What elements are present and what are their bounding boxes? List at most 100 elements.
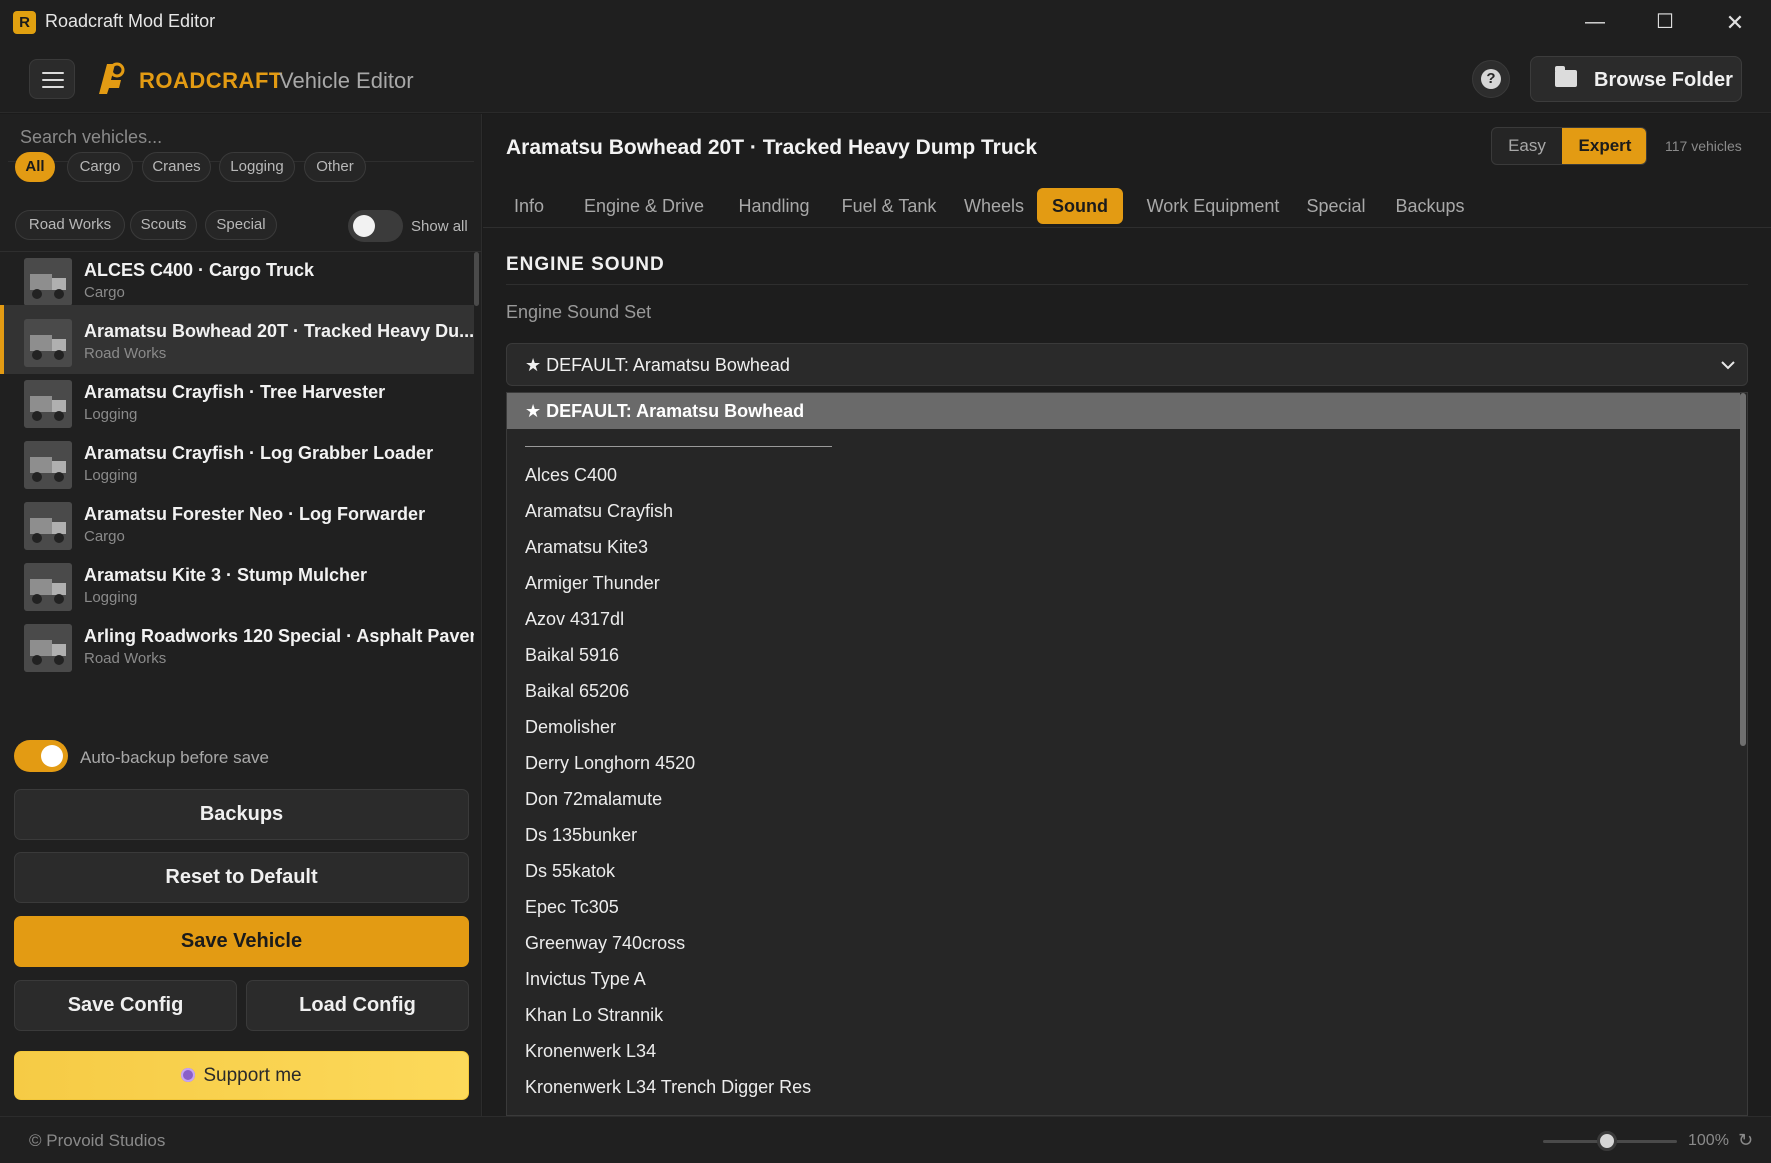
help-button[interactable]: ?	[1472, 60, 1510, 98]
editor-main: Aramatsu Bowhead 20T · Tracked Heavy Dum…	[483, 114, 1771, 1116]
menu-icon-bar	[42, 79, 64, 81]
auto-backup-label: Auto-backup before save	[80, 748, 270, 767]
mode-toggle: Easy Expert	[1491, 127, 1647, 165]
dropdown-option[interactable]: Aramatsu Kite3	[525, 537, 648, 558]
tab-info[interactable]: Info	[501, 188, 557, 224]
filter-chip-logging[interactable]: Logging	[219, 152, 295, 182]
dropdown-separator	[525, 446, 832, 447]
vehicle-category: Logging	[84, 406, 138, 423]
vehicle-name: Aramatsu Bowhead 20T · Tracked Heavy Du.…	[84, 321, 474, 341]
brand-subtitle: Vehicle Editor	[279, 68, 414, 93]
vehicle-name: ALCES C400 · Cargo Truck	[84, 260, 315, 280]
dropdown-option[interactable]: Aramatsu Crayfish	[525, 501, 673, 522]
support-label: Support me	[203, 1065, 302, 1086]
mode-expert-button[interactable]: Expert	[1562, 128, 1646, 164]
vehicle-list-scrollbar[interactable]	[474, 252, 479, 306]
tab-wheels[interactable]: Wheels	[957, 188, 1031, 224]
vehicle-thumbnail	[24, 319, 72, 367]
tab-backups[interactable]: Backups	[1387, 188, 1473, 224]
save-config-button[interactable]: Save Config	[14, 980, 237, 1031]
reset-to-default-button[interactable]: Reset to Default	[14, 852, 469, 903]
vehicle-list-item[interactable]: Aramatsu Forester Neo · Log Forwarder Car…	[0, 488, 474, 557]
dropdown-option[interactable]: Ds 135bunker	[525, 825, 637, 846]
minimize-button[interactable]: —	[1560, 0, 1630, 45]
app-icon: R	[13, 11, 36, 34]
close-button[interactable]: ✕	[1700, 0, 1770, 45]
toggle-knob	[41, 745, 63, 767]
dropdown-option-highlighted[interactable]: ★ DEFAULT: Aramatsu Bowhead	[507, 393, 1740, 429]
show-all-toggle[interactable]	[348, 210, 403, 242]
vehicle-thumbnail	[24, 258, 72, 306]
dropdown-option[interactable]: Derry Longhorn 4520	[525, 753, 695, 774]
vehicle-thumbnail	[24, 624, 72, 672]
tab-sound[interactable]: Sound	[1037, 188, 1123, 224]
tab-work-equipment[interactable]: Work Equipment	[1139, 188, 1287, 224]
engine-sound-set-select[interactable]: ★ DEFAULT: Aramatsu Bowhead	[506, 343, 1748, 386]
vehicle-list-item[interactable]: Aramatsu Kite 3 · Stump Mulcher Logging	[0, 549, 474, 618]
filter-chip-cranes[interactable]: Cranes	[142, 152, 211, 182]
dropdown-option[interactable]: Kronenwerk L34	[525, 1041, 656, 1062]
zoom-slider-thumb[interactable]	[1597, 1131, 1617, 1151]
vehicle-count: 117 vehicles	[1665, 138, 1742, 154]
save-vehicle-button[interactable]: Save Vehicle	[14, 916, 469, 967]
dropdown-option[interactable]: Ds 55katok	[525, 861, 615, 882]
zoom-value: 100%	[1688, 1132, 1729, 1149]
app-header: ROADCRAFT Vehicle Editor ? Browse Folder	[0, 45, 1771, 113]
dropdown-option[interactable]: Baikal 5916	[525, 645, 619, 666]
vehicle-list-item[interactable]: Aramatsu Bowhead 20T · Tracked Heavy Du.…	[0, 305, 474, 374]
vehicle-thumbnail	[24, 380, 72, 428]
status-bar: © Provoid Studios 100% ↻	[0, 1116, 1771, 1163]
vehicle-name: Arling Roadworks 120 Special · Asphalt P…	[84, 626, 474, 646]
vehicle-list-item[interactable]: Arling Roadworks 120 Special · Asphalt P…	[0, 610, 474, 679]
maximize-button[interactable]: ☐	[1630, 0, 1700, 45]
tab-bar: Info Engine & Drive Handling Fuel & Tank…	[483, 182, 1771, 228]
browse-folder-button[interactable]: Browse Folder	[1530, 56, 1742, 102]
hamburger-menu-button[interactable]	[29, 59, 75, 99]
dropdown-option[interactable]: Greenway 740cross	[525, 933, 685, 954]
sidebar: All Cargo Cranes Logging Other Road Work…	[0, 114, 482, 1116]
vehicle-category: Cargo	[84, 528, 125, 545]
sound-set-dropdown-list: ★ DEFAULT: Aramatsu Bowhead Alces C400 Ar…	[506, 392, 1748, 1116]
vehicle-thumbnail	[24, 502, 72, 550]
vehicle-list-item[interactable]: ALCES C400 · Cargo Truck Cargo	[0, 252, 474, 313]
browse-folder-label: Browse Folder	[1594, 69, 1733, 91]
vehicle-list-item[interactable]: Aramatsu Crayfish · Log Grabber Loader Lo…	[0, 427, 474, 496]
dropdown-option[interactable]: Alces C400	[525, 465, 617, 486]
vehicle-name: Aramatsu Crayfish · Log Grabber Loader	[84, 443, 434, 463]
vehicle-thumbnail	[24, 441, 72, 489]
vehicle-list-item[interactable]: Aramatsu Crayfish · Tree Harvester Loggin…	[0, 366, 474, 435]
filter-chip-other[interactable]: Other	[304, 152, 366, 182]
reset-zoom-icon[interactable]: ↻	[1738, 1130, 1753, 1151]
tab-handling[interactable]: Handling	[727, 188, 821, 224]
dropdown-option[interactable]: Armiger Thunder	[525, 573, 660, 594]
tab-special[interactable]: Special	[1301, 188, 1371, 224]
dropdown-option[interactable]: Kronenwerk L34 Trench Digger Res	[525, 1077, 811, 1098]
dropdown-scrollbar[interactable]	[1740, 393, 1746, 746]
dropdown-option[interactable]: Baikal 65206	[525, 681, 629, 702]
tab-engine-drive[interactable]: Engine & Drive	[579, 188, 709, 224]
vehicle-name: Aramatsu Crayfish · Tree Harvester	[84, 382, 386, 402]
filter-chip-road-works[interactable]: Road Works	[15, 210, 125, 240]
dropdown-option[interactable]: Invictus Type A	[525, 969, 646, 990]
chevron-down-icon	[1721, 361, 1735, 370]
vehicle-thumbnail	[24, 563, 72, 611]
dropdown-option[interactable]: Don 72malamute	[525, 789, 662, 810]
show-all-label: Show all	[411, 218, 468, 235]
support-me-button[interactable]: Support me	[14, 1051, 469, 1100]
tab-fuel-tank[interactable]: Fuel & Tank	[837, 188, 941, 224]
filter-chip-all[interactable]: All	[15, 152, 55, 182]
filter-chip-scouts[interactable]: Scouts	[130, 210, 197, 240]
section-heading: ENGINE SOUND	[506, 254, 665, 275]
dropdown-option[interactable]: Epec Tc305	[525, 897, 619, 918]
filter-chip-special[interactable]: Special	[205, 210, 277, 240]
auto-backup-toggle[interactable]	[14, 740, 68, 772]
dropdown-option[interactable]: Demolisher	[525, 717, 616, 738]
brand-name: ROADCRAFT	[139, 68, 283, 93]
filter-chip-cargo[interactable]: Cargo	[67, 152, 133, 182]
dropdown-option[interactable]: Khan Lo Strannik	[525, 1005, 663, 1026]
dropdown-option[interactable]: Azov 4317dl	[525, 609, 624, 630]
mode-easy-button[interactable]: Easy	[1492, 128, 1562, 164]
load-config-button[interactable]: Load Config	[246, 980, 469, 1031]
dropdown-option-label: ★ DEFAULT: Aramatsu Bowhead	[525, 401, 805, 421]
backups-button[interactable]: Backups	[14, 789, 469, 840]
